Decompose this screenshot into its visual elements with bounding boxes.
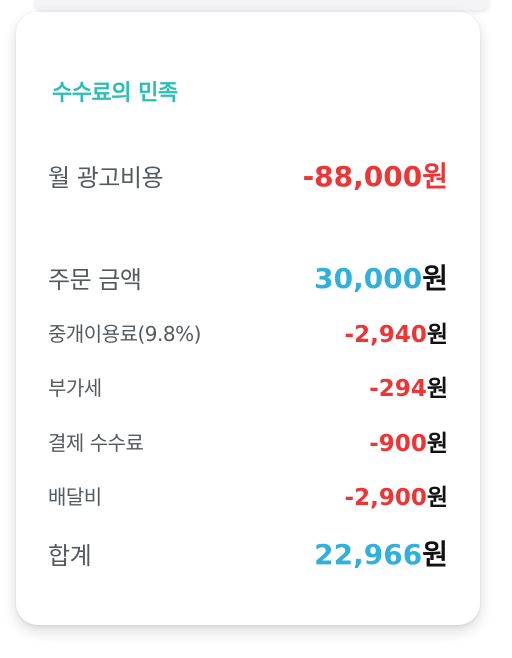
vat-value: -294 — [369, 376, 427, 402]
total-label: 합계 — [48, 541, 92, 570]
total-row: 합계 22,966원 — [48, 533, 448, 573]
delivery-fee-unit: 원 — [426, 485, 448, 511]
vat-unit: 원 — [426, 376, 448, 402]
ad-cost-label: 월 광고비용 — [48, 163, 164, 192]
order-amount-unit: 원 — [422, 262, 448, 295]
ad-cost-amount: -88,000원 — [303, 155, 448, 195]
total-amount: 22,966원 — [314, 533, 448, 573]
order-amount-value: 30,000 — [314, 262, 423, 295]
brokerage-fee-amount: -2,940원 — [345, 315, 448, 349]
order-amount-label: 주문 금액 — [48, 265, 142, 294]
card-title: 수수료의 민족 — [52, 81, 178, 106]
delivery-fee-row: 배달비 -2,900원 — [48, 478, 448, 512]
payment-fee-label: 결제 수수료 — [48, 430, 144, 455]
payment-fee-row: 결제 수수료 -900원 — [48, 424, 448, 458]
page: 수수료의 민족 월 광고비용 -88,000원 주문 금액 30,000원 중개… — [0, 0, 512, 658]
ad-cost-value: -88,000 — [302, 160, 423, 193]
brokerage-fee-label: 중개이용료(9.8%) — [48, 321, 201, 346]
ad-cost-unit: 원 — [422, 160, 448, 193]
delivery-fee-label: 배달비 — [48, 484, 102, 509]
order-amount-row: 주문 금액 30,000원 — [48, 257, 448, 297]
order-amount: 30,000원 — [314, 257, 448, 297]
stacked-card-edge — [34, 0, 490, 10]
payment-fee-amount: -900원 — [369, 424, 448, 458]
delivery-fee-value: -2,900 — [344, 485, 427, 511]
vat-amount: -294원 — [369, 369, 448, 403]
brokerage-fee-row: 중개이용료(9.8%) -2,940원 — [48, 315, 448, 349]
ad-cost-row: 월 광고비용 -88,000원 — [48, 155, 448, 195]
total-unit: 원 — [422, 538, 448, 571]
vat-label: 부가세 — [48, 375, 102, 400]
delivery-fee-amount: -2,900원 — [345, 478, 448, 512]
payment-fee-unit: 원 — [426, 431, 448, 457]
brokerage-fee-unit: 원 — [426, 322, 448, 348]
vat-row: 부가세 -294원 — [48, 369, 448, 403]
fee-breakdown-card: 수수료의 민족 월 광고비용 -88,000원 주문 금액 30,000원 중개… — [16, 12, 480, 625]
payment-fee-value: -900 — [369, 431, 427, 457]
total-value: 22,966 — [314, 538, 423, 571]
brokerage-fee-value: -2,940 — [344, 322, 427, 348]
